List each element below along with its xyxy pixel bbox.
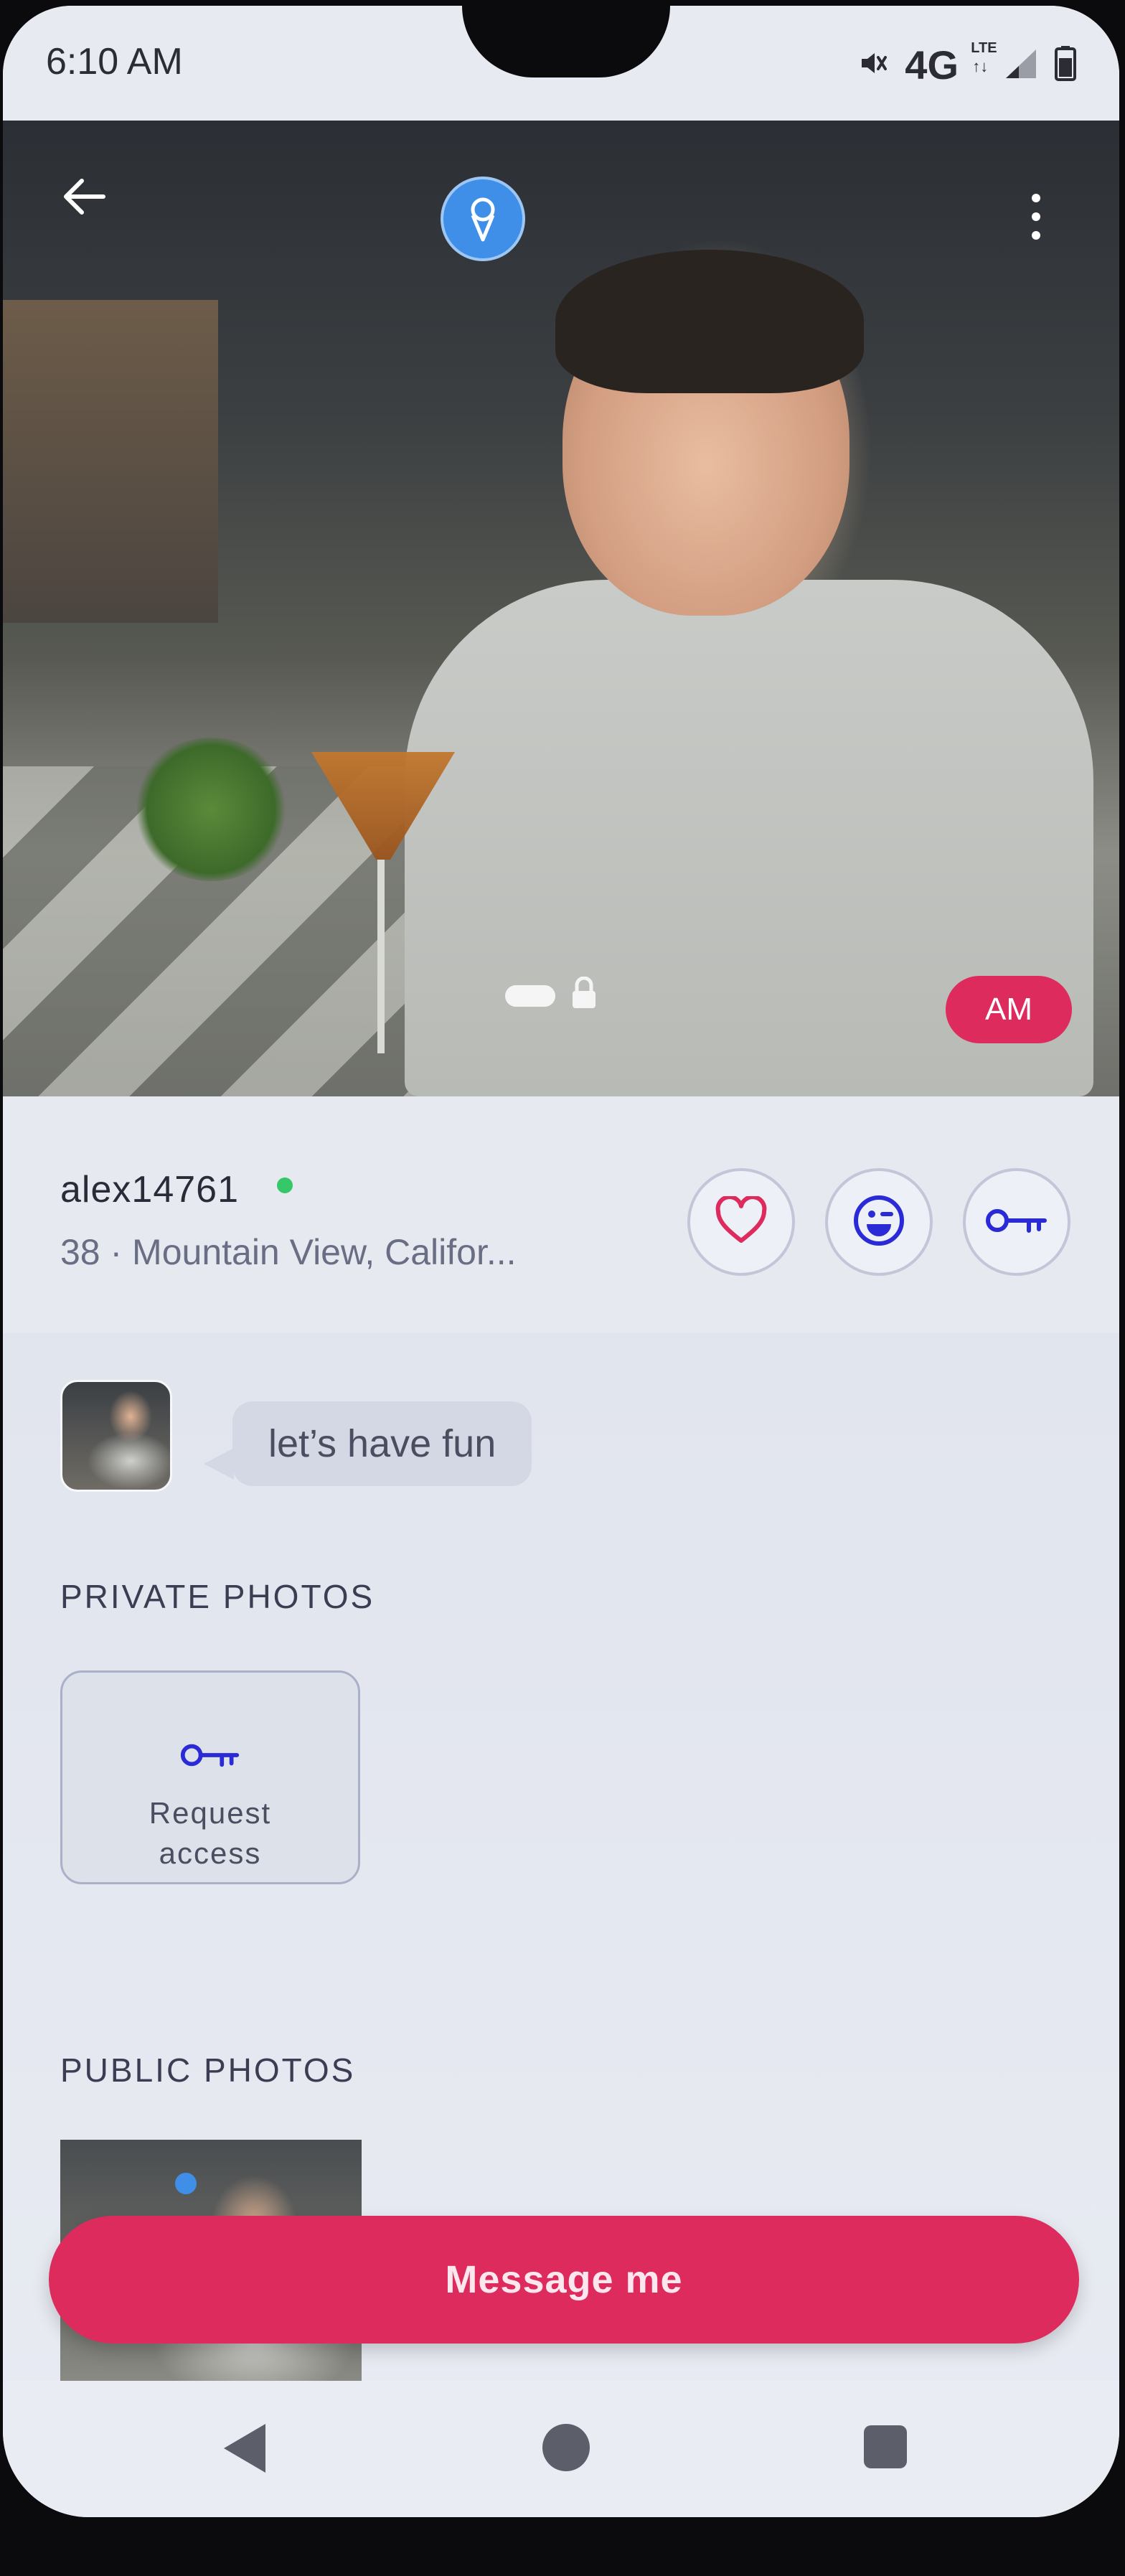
nav-recents-icon[interactable] — [864, 2425, 907, 2468]
bubble-tail — [204, 1448, 234, 1480]
photo-pager[interactable] — [505, 976, 598, 1010]
nav-back-icon[interactable] — [224, 2424, 265, 2473]
status-icons: 4G LTE ↑↓ — [856, 39, 1076, 88]
thumbnail-badge — [175, 2173, 197, 2194]
message-me-button[interactable]: Message me — [49, 2216, 1079, 2344]
pager-dot-active[interactable] — [505, 985, 555, 1007]
key-icon — [62, 1739, 358, 1774]
age-location: 38 · Mountain View, Califor... — [60, 1232, 517, 1272]
profile-main-photo[interactable] — [3, 121, 1119, 1096]
phone-frame: 6:10 AM 4G LTE ↑↓ AM alex14761 38 · Moun… — [0, 0, 1125, 2576]
battery-icon — [1055, 45, 1076, 84]
private-photos-title: PRIVATE PHOTOS — [60, 1578, 375, 1615]
online-status-dot — [277, 1177, 293, 1193]
signal-icon — [1003, 47, 1039, 83]
more-vertical-icon[interactable] — [1022, 188, 1050, 245]
request-access-label: Request access — [149, 1796, 272, 1870]
photo-background-wall — [3, 300, 218, 623]
avatar[interactable] — [60, 1380, 172, 1492]
back-arrow-icon[interactable] — [56, 168, 113, 225]
profile-header: alex14761 38 · Mountain View, Califor... — [3, 1096, 1119, 1333]
nav-home-icon[interactable] — [542, 2424, 590, 2471]
app-screen: 6:10 AM 4G LTE ↑↓ AM alex14761 38 · Moun… — [3, 6, 1119, 2517]
ice-cream-badge-icon[interactable] — [441, 177, 525, 261]
public-photos-title: PUBLIC PHOTOS — [60, 2051, 356, 2089]
favorite-button[interactable] — [687, 1168, 795, 1276]
lock-icon[interactable] — [570, 976, 598, 1016]
photo-plant — [132, 738, 290, 881]
about-bubble: let’s have fun — [232, 1401, 532, 1486]
request-access-button[interactable]: Request access — [60, 1670, 360, 1884]
network-type: 4G LTE ↑↓ — [905, 39, 997, 88]
photo-glass-stem — [377, 860, 385, 1053]
wink-face-icon — [851, 1193, 907, 1251]
network-sub: LTE — [971, 39, 997, 56]
status-time: 6:10 AM — [46, 41, 183, 83]
wink-button[interactable] — [825, 1168, 933, 1276]
system-nav-bar — [3, 2381, 1119, 2517]
username: alex14761 — [60, 1169, 239, 1211]
share-private-key-button[interactable] — [963, 1168, 1070, 1276]
mute-icon — [856, 47, 889, 83]
key-icon — [984, 1204, 1049, 1240]
network-arrows: ↑↓ — [972, 57, 989, 75]
photo-person-hair — [555, 250, 864, 393]
heart-icon — [714, 1195, 768, 1248]
time-tag-badge: AM — [946, 976, 1072, 1043]
